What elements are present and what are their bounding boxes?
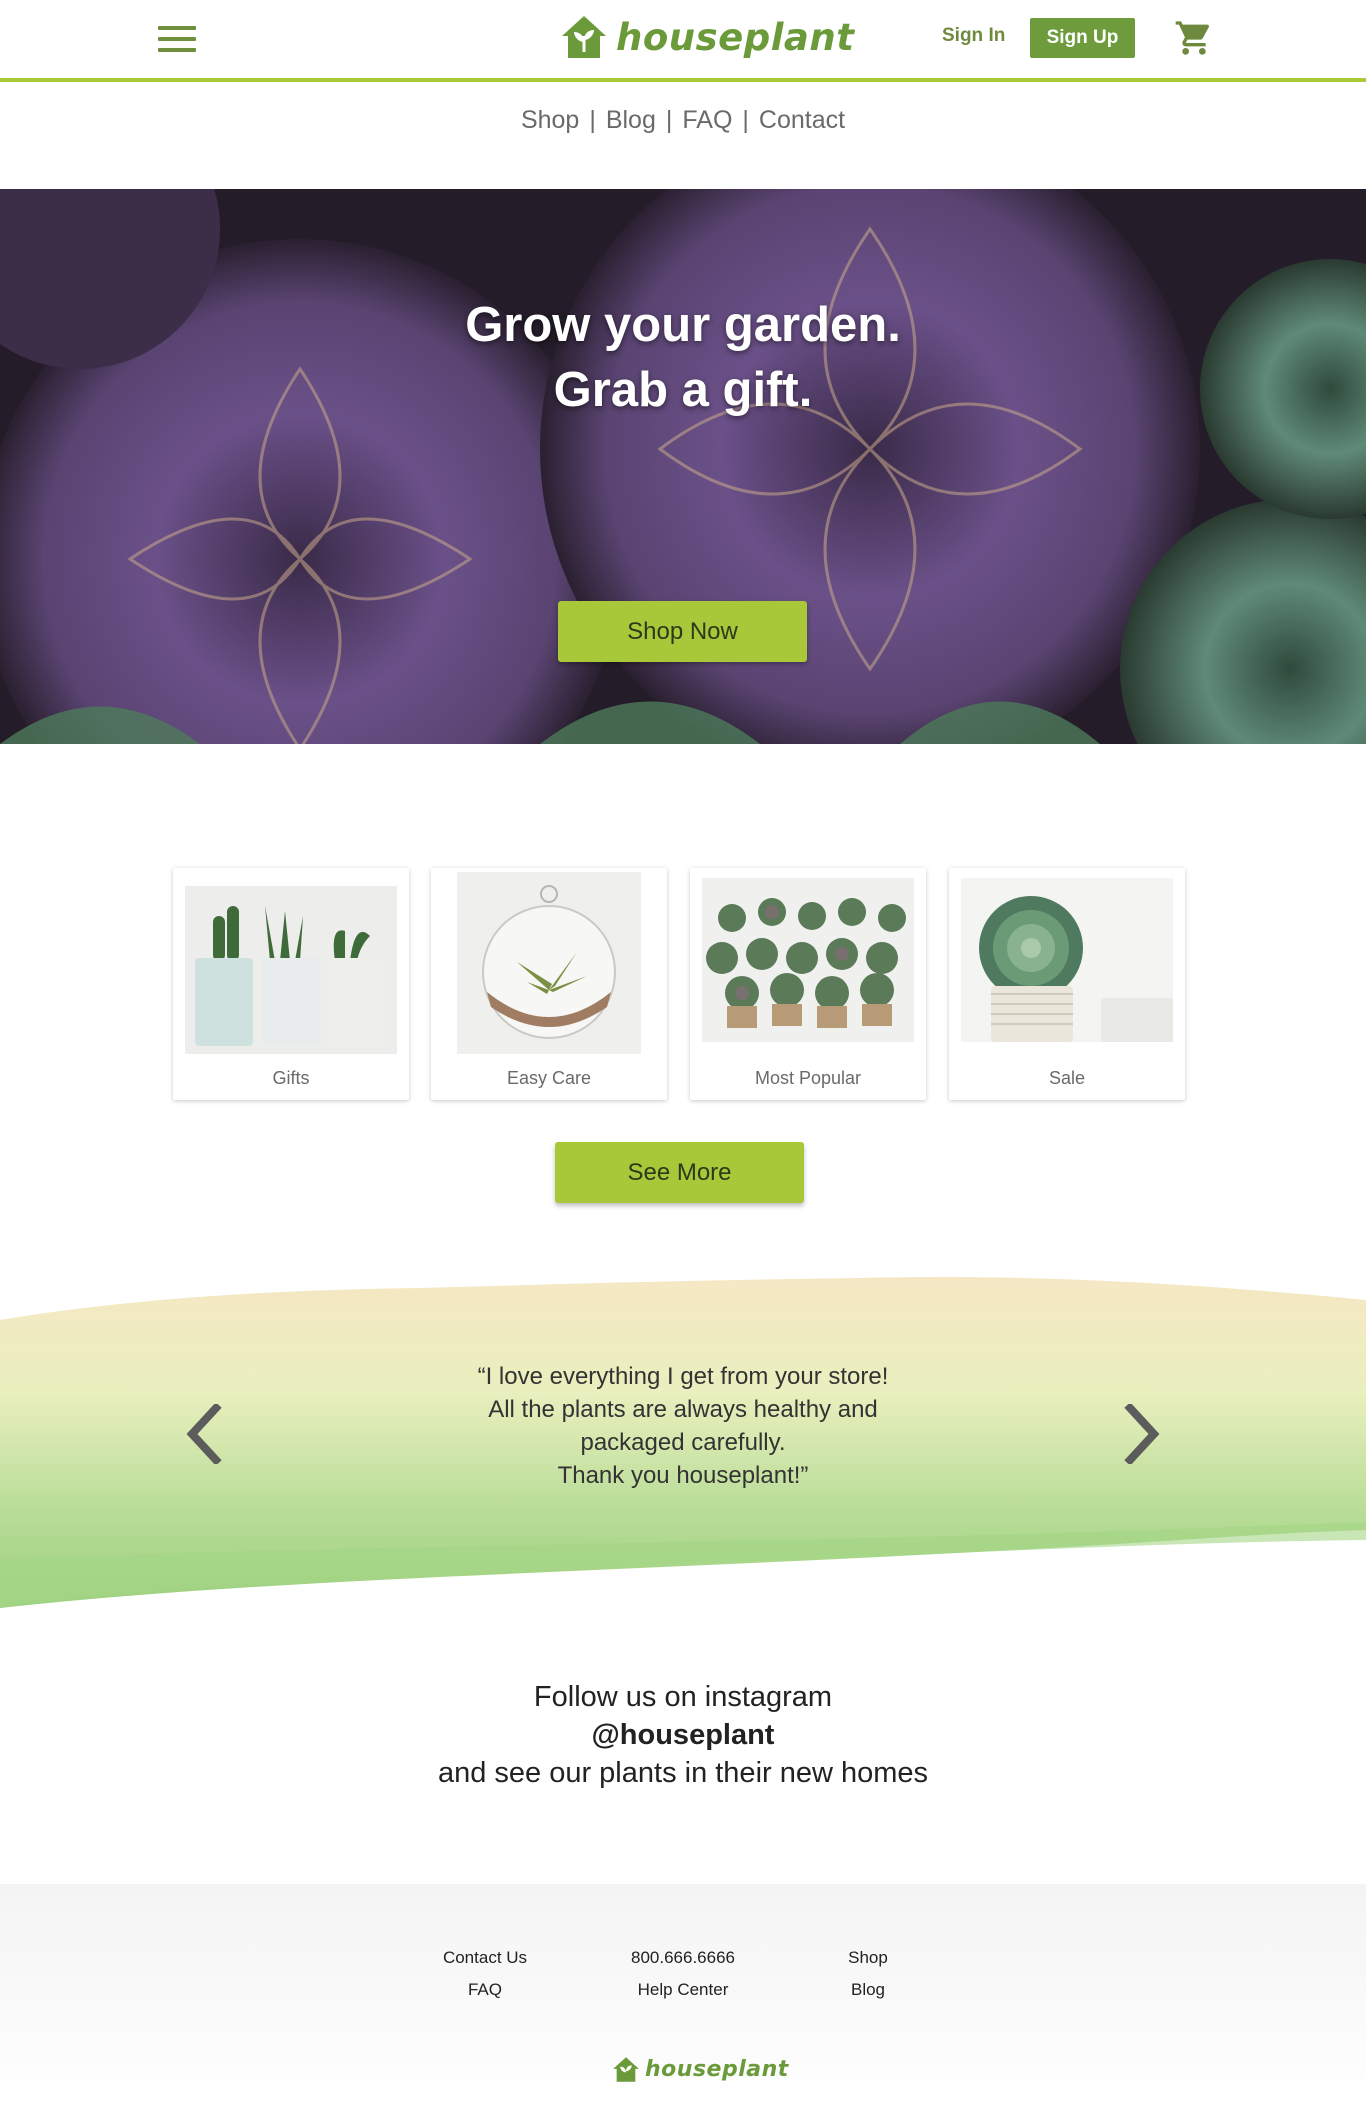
instagram-handle-link[interactable]: @houseplant (0, 1716, 1366, 1754)
footer-link-shop[interactable]: Shop (778, 1942, 958, 1974)
nav-link-shop[interactable]: Shop (521, 106, 579, 134)
nav-link-faq[interactable]: FAQ (682, 106, 732, 134)
instagram-callout: Follow us on instagram @houseplant and s… (0, 1678, 1366, 1792)
see-more-button[interactable]: See More (555, 1142, 804, 1203)
category-card-gifts[interactable]: Gifts (173, 868, 409, 1100)
testimonial-quote: “I love everything I get from your store… (0, 1360, 1366, 1492)
hero-headline-line-1: Grow your garden. (465, 298, 901, 352)
hamburger-menu-icon[interactable] (158, 26, 196, 52)
category-image-most-popular (702, 878, 914, 1042)
hero-banner: Grow your garden. Grab a gift. Shop Now (0, 189, 1366, 744)
quote-line: “I love everything I get from your store… (477, 1363, 889, 1390)
category-label: Easy Care (506, 1068, 592, 1088)
footer-link-blog[interactable]: Blog (778, 1974, 958, 2006)
site-logo[interactable]: houseplant (560, 12, 854, 62)
hero-headline-line-2: Grab a gift. (553, 363, 813, 417)
shop-now-button[interactable]: Shop Now (558, 601, 807, 662)
hero-headline: Grow your garden. Grab a gift. (0, 293, 1366, 423)
logo-wordmark: houseplant (616, 15, 855, 59)
quote-line: packaged carefully. (580, 1429, 786, 1456)
shopping-cart-icon[interactable] (1174, 18, 1214, 58)
footer-link-faq[interactable]: FAQ (395, 1974, 575, 2006)
sign-up-button[interactable]: Sign Up (1030, 18, 1135, 58)
category-card-sale[interactable]: Sale (949, 868, 1185, 1100)
footer-logo[interactable]: houseplant (612, 2056, 789, 2083)
instagram-line-3: and see our plants in their new homes (437, 1757, 929, 1789)
category-label: Sale (1048, 1068, 1086, 1088)
nav-separator: | (665, 106, 673, 134)
footer-column-2: 800.666.6666 Help Center (593, 1942, 773, 2006)
category-label: Gifts (272, 1068, 310, 1088)
category-card-most-popular[interactable]: Most Popular (690, 868, 926, 1100)
footer-link-contact-us[interactable]: Contact Us (395, 1942, 575, 1974)
house-plant-logo-icon (613, 2057, 639, 2082)
instagram-line-1: Follow us on instagram (533, 1681, 833, 1713)
quote-line: Thank you houseplant!” (557, 1462, 809, 1489)
nav-separator: | (589, 106, 596, 134)
footer-column-3: Shop Blog (778, 1942, 958, 2006)
footer-link-help-center[interactable]: Help Center (593, 1974, 773, 2006)
nav-separator: | (742, 106, 749, 134)
footer-column-1: Contact Us FAQ (395, 1942, 575, 2006)
footer-phone-number[interactable]: 800.666.6666 (593, 1942, 773, 1974)
category-image-gifts (185, 886, 397, 1054)
category-card-easy-care[interactable]: Easy Care (431, 868, 667, 1100)
category-image-sale (961, 878, 1173, 1042)
secondary-nav: Shop | Blog | FAQ | Contact (0, 106, 1366, 135)
nav-link-contact[interactable]: Contact (759, 106, 845, 134)
category-label: Most Popular (754, 1068, 862, 1088)
footer-logo-wordmark: houseplant (645, 2057, 789, 2082)
house-plant-logo-icon (562, 16, 606, 58)
sign-in-link[interactable]: Sign In (942, 25, 1005, 47)
site-header: houseplant Sign In Sign Up (0, 0, 1366, 82)
category-image-easy-care (457, 872, 641, 1054)
nav-link-blog[interactable]: Blog (606, 106, 656, 134)
quote-line: All the plants are always healthy and (488, 1396, 878, 1423)
